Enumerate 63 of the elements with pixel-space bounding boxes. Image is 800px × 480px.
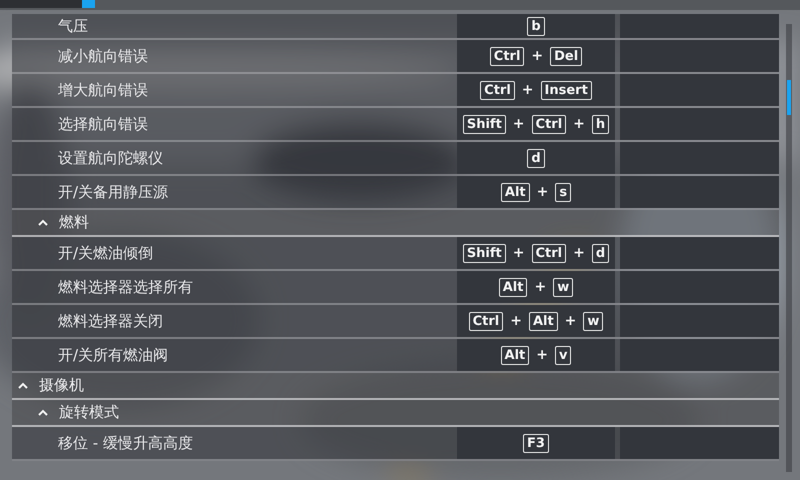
keycap: Ctrl: [468, 312, 504, 330]
keycap: F3: [523, 434, 549, 452]
keycap: d: [592, 244, 610, 262]
action-label: 开/关燃油倾倒: [57, 242, 154, 264]
plus-sign: +: [534, 279, 546, 295]
keycap: w: [553, 278, 574, 296]
keycap: s: [555, 182, 572, 202]
keycap: b: [527, 16, 545, 36]
key-binding-cell[interactable]: d: [457, 142, 615, 174]
plus-sign: +: [531, 48, 544, 64]
plus-sign: +: [564, 313, 576, 329]
keycap: Ctrl: [480, 80, 515, 100]
action-label: 燃料选择器关闭: [57, 310, 164, 332]
keycap: Ctrl: [490, 46, 524, 66]
action-label: 减小航向错误: [57, 46, 149, 66]
keycap: Ctrl: [532, 244, 566, 262]
key-binding-cell[interactable]: Alt + v: [457, 339, 615, 371]
input-field[interactable]: [0, 0, 95, 8]
keycap: Shift: [462, 114, 506, 134]
plus-sign: +: [573, 245, 585, 261]
action-label: 气压: [57, 16, 89, 36]
key-binding-cell[interactable]: Ctrl + Insert: [457, 74, 615, 106]
keycap: Del: [550, 46, 582, 66]
key-binding-cell[interactable]: F3: [457, 427, 615, 459]
section-header[interactable]: 燃料: [59, 213, 89, 232]
key-binding-cell[interactable]: Ctrl + Del: [457, 40, 615, 72]
plus-sign: +: [522, 82, 534, 98]
keycap: h: [592, 114, 610, 134]
action-label: 开/关备用静压源: [57, 182, 170, 202]
key-binding-cell[interactable]: Ctrl + Alt + w: [457, 305, 615, 337]
section-header[interactable]: 旋转模式: [59, 403, 119, 422]
key-binding-cell[interactable]: Shift + Ctrl + h: [457, 108, 615, 140]
chevron-up-icon[interactable]: [38, 409, 48, 416]
keycap: Insert: [540, 80, 592, 100]
key-binding-cell[interactable]: Alt + s: [457, 176, 615, 208]
plus-sign: +: [536, 184, 548, 200]
chevron-up-icon[interactable]: [18, 382, 28, 389]
plus-sign: +: [536, 347, 548, 363]
action-label: 增大航向错误: [57, 80, 149, 100]
keycap: Shift: [462, 244, 506, 262]
plus-sign: +: [573, 116, 585, 132]
action-label: 移位 - 缓慢升高高度: [57, 432, 194, 454]
keycap: v: [554, 346, 572, 364]
keycap: Alt: [500, 346, 530, 364]
keycap: Ctrl: [532, 114, 566, 134]
action-label: 开/关所有燃油阀: [57, 344, 170, 366]
keycap: Alt: [498, 278, 528, 296]
section-header[interactable]: 摄像机: [39, 376, 84, 395]
action-label: 燃料选择器选择所有: [57, 276, 194, 298]
plus-sign: +: [510, 313, 522, 329]
chevron-up-icon[interactable]: [38, 219, 48, 226]
action-label: 选择航向错误: [57, 114, 149, 134]
keycap: d: [527, 148, 545, 168]
action-label: 设置航向陀螺仪: [57, 148, 164, 168]
keycap: w: [583, 312, 604, 330]
key-binding-cell[interactable]: Alt + w: [457, 271, 615, 303]
keycap: Alt: [528, 312, 558, 330]
keycap: Alt: [500, 182, 530, 202]
key-binding-cell[interactable]: Shift + Ctrl + d: [457, 237, 615, 269]
plus-sign: +: [512, 245, 524, 261]
plus-sign: +: [512, 116, 525, 132]
scrollbar[interactable]: [786, 24, 792, 472]
key-binding-cell[interactable]: b: [457, 14, 615, 38]
